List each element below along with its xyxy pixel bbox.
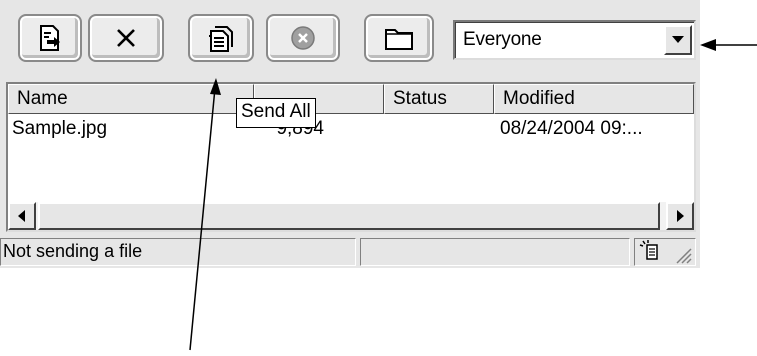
annotation-arrow-recipient [700,39,757,51]
annotation-arrow-send-all [189,78,221,351]
annotation-arrows [189,39,757,351]
